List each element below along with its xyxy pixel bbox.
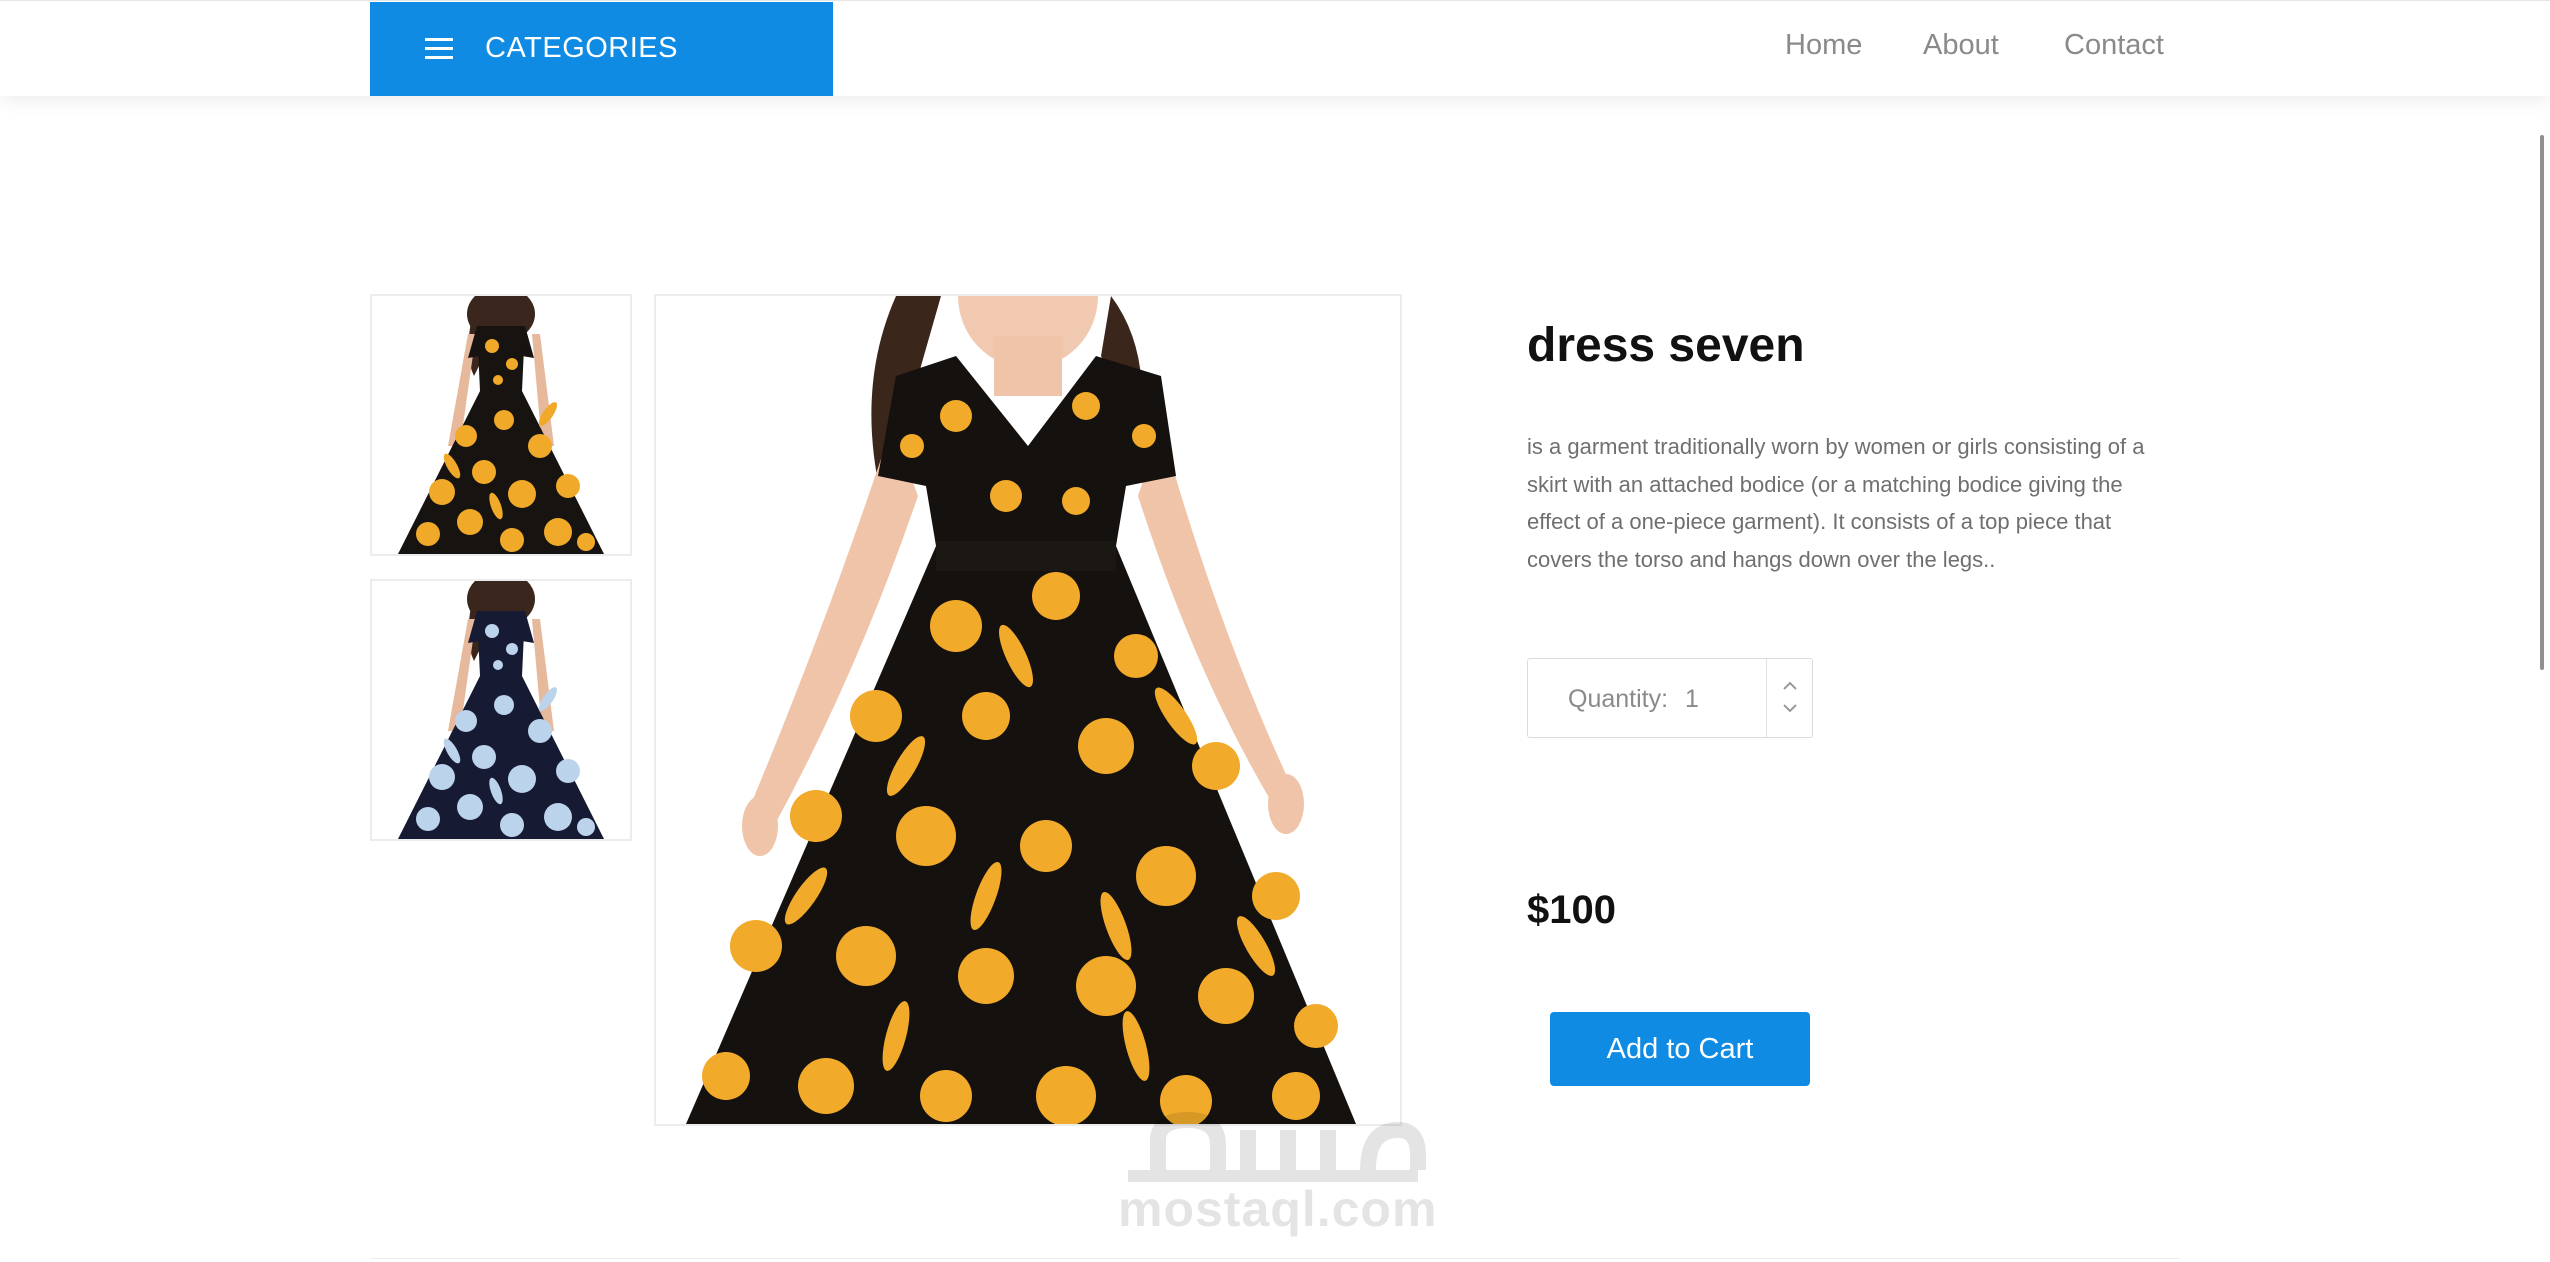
nav-link-about[interactable]: About [1923, 29, 1999, 62]
main-product-image [654, 294, 1402, 1126]
nav-link-contact[interactable]: Contact [2064, 29, 2164, 62]
nav-link-home[interactable]: Home [1785, 29, 1862, 62]
quantity-stepper[interactable]: Quantity: 1 [1527, 658, 1813, 738]
categories-button[interactable]: CATEGORIES [370, 2, 833, 96]
dress-yellow-main-image [686, 296, 1356, 1124]
chevron-down-icon[interactable] [1781, 701, 1799, 715]
thumbnail-yellow-dress[interactable] [370, 294, 632, 556]
thumbnail-blue-dress[interactable] [370, 579, 632, 841]
chevron-up-icon[interactable] [1781, 679, 1799, 693]
watermark-text: mostaql.com [1118, 1181, 1438, 1237]
divider [370, 1258, 2180, 1259]
quantity-label: Quantity: [1568, 685, 1669, 713]
dress-blue-thumbnail-image [398, 581, 604, 839]
product-description: is a garment traditionally worn by women… [1527, 434, 2145, 572]
quantity-stepper-controls [1766, 659, 1813, 737]
product-price: $100 [1527, 888, 1616, 932]
quantity-input[interactable]: 1 [1685, 685, 1699, 714]
mostaql-logo-watermark [1128, 1111, 1426, 1182]
product-title: dress seven [1527, 319, 1805, 372]
add-to-cart-button[interactable]: Add to Cart [1550, 1012, 1810, 1086]
categories-label: CATEGORIES [485, 32, 678, 64]
hamburger-menu-icon [425, 38, 453, 60]
top-navbar: CATEGORIES Home About Contact [0, 0, 2550, 96]
page-scrollbar[interactable] [2540, 135, 2544, 670]
dress-yellow-thumbnail-image [398, 296, 604, 554]
